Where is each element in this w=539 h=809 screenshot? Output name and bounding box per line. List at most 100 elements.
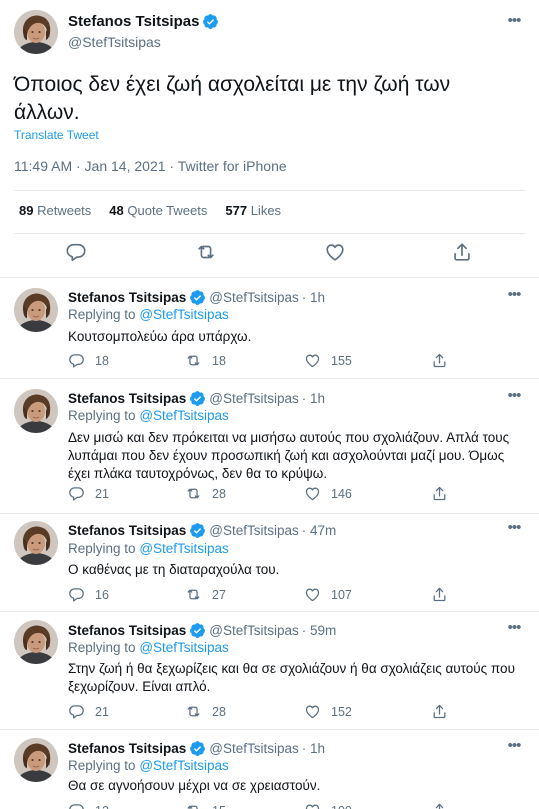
reply-tweet[interactable]: Stefanos Tsitsipas @StefTsitsipas · 1h •…	[0, 278, 539, 379]
author-name-row[interactable]: Stefanos Tsitsipas	[68, 13, 219, 30]
retweet-button[interactable]: 15	[185, 802, 226, 809]
more-options-icon[interactable]: •••	[505, 620, 523, 641]
verified-badge-icon	[189, 522, 206, 539]
reply-text: Θα σε αγνοήσουν μέχρι να σε χρειαστούν.	[68, 778, 321, 793]
author-handle[interactable]: @StefTsitsipas	[68, 34, 161, 50]
author-name[interactable]: Stefanos Tsitsipas	[68, 13, 199, 30]
replying-to: Replying to @StefTsitsipas	[68, 408, 229, 423]
author-name[interactable]: Stefanos Tsitsipas	[68, 391, 186, 406]
tweet-stats: 89 Retweets 48 Quote Tweets 577 Likes	[19, 203, 281, 218]
more-options-icon[interactable]: •••	[505, 13, 523, 34]
like-icon	[304, 352, 321, 369]
retweet-icon	[185, 802, 202, 809]
replying-to-label: Replying to	[68, 758, 136, 773]
retweets-stat[interactable]: 89 Retweets	[19, 203, 91, 218]
like-icon[interactable]	[324, 241, 346, 263]
author-handle[interactable]: @StefTsitsipas	[209, 523, 298, 538]
retweet-count: 18	[212, 353, 226, 368]
more-options-icon[interactable]: •••	[505, 388, 523, 409]
retweet-button[interactable]: 18	[185, 352, 226, 369]
retweet-icon	[185, 485, 202, 502]
reply-count: 21	[95, 486, 109, 501]
retweet-button[interactable]: 28	[185, 703, 226, 720]
retweet-button[interactable]: 28	[185, 485, 226, 502]
reply-button[interactable]: 21	[68, 485, 109, 502]
reply-icon	[68, 352, 85, 369]
reply-actions: 21 28 146	[68, 485, 468, 503]
reply-tweet[interactable]: Stefanos Tsitsipas @StefTsitsipas · 47m …	[0, 514, 539, 612]
replying-to: Replying to @StefTsitsipas	[68, 640, 229, 655]
avatar[interactable]	[14, 389, 58, 433]
like-button[interactable]: 100	[304, 802, 352, 809]
retweet-icon	[185, 703, 202, 720]
retweet-count: 28	[212, 704, 226, 719]
verified-badge-icon	[189, 740, 206, 757]
tweet-time[interactable]: · 1h	[302, 290, 325, 305]
author-handle[interactable]: @StefTsitsipas	[209, 391, 298, 406]
replying-to-label: Replying to	[68, 640, 136, 655]
replying-to-link[interactable]: @StefTsitsipas	[139, 640, 228, 655]
more-options-icon[interactable]: •••	[505, 738, 523, 759]
reply-tweet[interactable]: Stefanos Tsitsipas @StefTsitsipas · 1h •…	[0, 379, 539, 514]
replying-to: Replying to @StefTsitsipas	[68, 307, 229, 322]
reply-button[interactable]: 18	[68, 352, 109, 369]
share-button[interactable]	[431, 703, 448, 720]
author-name[interactable]: Stefanos Tsitsipas	[68, 290, 186, 305]
like-button[interactable]: 107	[304, 586, 352, 603]
author-handle[interactable]: @StefTsitsipas	[209, 741, 298, 756]
quote-tweets-stat[interactable]: 48 Quote Tweets	[109, 203, 207, 218]
more-options-icon[interactable]: •••	[505, 287, 523, 308]
avatar[interactable]	[14, 10, 58, 54]
retweet-icon	[185, 586, 202, 603]
author-name[interactable]: Stefanos Tsitsipas	[68, 623, 186, 638]
replying-to-label: Replying to	[68, 541, 136, 556]
replying-to: Replying to @StefTsitsipas	[68, 541, 229, 556]
retweet-icon[interactable]	[195, 241, 217, 263]
share-button[interactable]	[431, 802, 448, 809]
reply-button[interactable]: 16	[68, 586, 109, 603]
share-button[interactable]	[431, 586, 448, 603]
replying-to-label: Replying to	[68, 307, 136, 322]
author-handle[interactable]: @StefTsitsipas	[209, 290, 298, 305]
tweet-actions	[0, 241, 539, 269]
share-button[interactable]	[431, 352, 448, 369]
author-name[interactable]: Stefanos Tsitsipas	[68, 741, 186, 756]
avatar[interactable]	[14, 738, 58, 782]
reply-tweet[interactable]: Stefanos Tsitsipas @StefTsitsipas · 1h •…	[0, 730, 539, 809]
avatar[interactable]	[14, 521, 58, 565]
more-options-icon[interactable]: •••	[505, 520, 523, 541]
tweet-time[interactable]: · 1h	[302, 391, 325, 406]
like-icon	[304, 703, 321, 720]
replying-to-link[interactable]: @StefTsitsipas	[139, 408, 228, 423]
replying-to-link[interactable]: @StefTsitsipas	[139, 541, 228, 556]
retweet-button[interactable]: 27	[185, 586, 226, 603]
quote-tweets-label: Quote Tweets	[127, 203, 208, 218]
reply-icon[interactable]	[65, 241, 87, 263]
like-count: 155	[331, 353, 352, 368]
replying-to-label: Replying to	[68, 408, 136, 423]
share-button[interactable]	[431, 485, 448, 502]
author-handle[interactable]: @StefTsitsipas	[209, 623, 298, 638]
reply-icon	[68, 586, 85, 603]
tweet-time[interactable]: · 1h	[302, 741, 325, 756]
like-button[interactable]: 155	[304, 352, 352, 369]
tweet-timestamp[interactable]: 11:49 AM · Jan 14, 2021 · Twitter for iP…	[14, 158, 287, 174]
share-icon[interactable]	[451, 241, 473, 263]
reply-tweet[interactable]: Stefanos Tsitsipas @StefTsitsipas · 59m …	[0, 612, 539, 730]
reply-actions: 21 28 152	[68, 703, 468, 721]
translate-tweet-link[interactable]: Translate Tweet	[14, 128, 99, 142]
like-count: 152	[331, 704, 352, 719]
like-button[interactable]: 152	[304, 703, 352, 720]
likes-stat[interactable]: 577 Likes	[225, 203, 281, 218]
replying-to-link[interactable]: @StefTsitsipas	[139, 307, 228, 322]
replying-to-link[interactable]: @StefTsitsipas	[139, 758, 228, 773]
reply-button[interactable]: 21	[68, 703, 109, 720]
tweet-time[interactable]: · 47m	[302, 523, 337, 538]
avatar[interactable]	[14, 620, 58, 664]
like-button[interactable]: 146	[304, 485, 352, 502]
avatar[interactable]	[14, 288, 58, 332]
reply-button[interactable]: 12	[68, 802, 109, 809]
tweet-time[interactable]: · 59m	[302, 623, 337, 638]
like-icon	[304, 586, 321, 603]
author-name[interactable]: Stefanos Tsitsipas	[68, 523, 186, 538]
